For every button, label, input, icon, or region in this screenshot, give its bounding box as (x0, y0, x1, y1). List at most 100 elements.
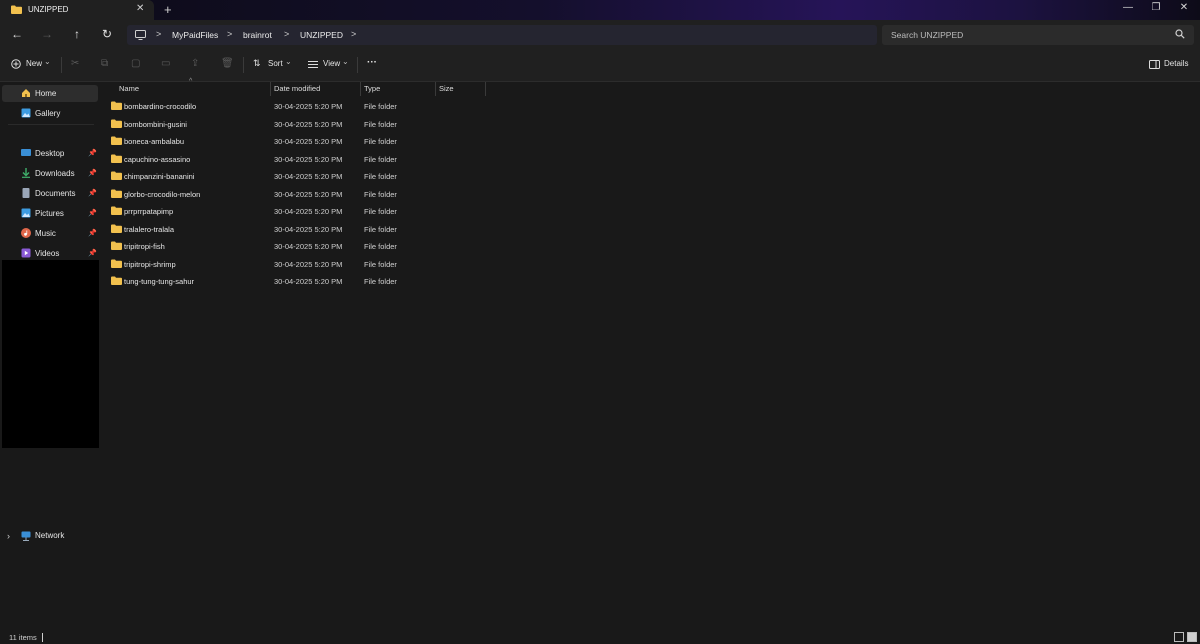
minimize-button[interactable]: — (1113, 2, 1143, 13)
file-name: tripitropi-fish (124, 242, 165, 251)
file-type: File folder (364, 259, 397, 269)
chevron-down-icon: ⌄ (285, 57, 292, 66)
table-row[interactable]: tung-tung-tung-sahur 30-04-2025 5:20 PM Fi… (101, 273, 801, 290)
more-options-button[interactable]: ··· (367, 57, 377, 68)
tiles-view-toggle[interactable] (1187, 632, 1197, 642)
breadcrumb-separator[interactable]: > (351, 29, 356, 39)
up-button[interactable]: ↑ (68, 27, 86, 41)
network-icon (21, 531, 31, 541)
folder-icon (111, 154, 122, 163)
column-header-type[interactable]: Type (364, 84, 380, 93)
new-button[interactable]: New (26, 59, 42, 68)
new-tab-button[interactable]: + (164, 2, 172, 17)
pin-icon[interactable]: 📌 (88, 209, 97, 217)
view-icon (308, 61, 318, 68)
home-icon (22, 89, 30, 97)
paste-icon[interactable]: ▢ (131, 58, 140, 69)
address-bar-row: ← → ↑ ↻ > MyPaidFiles > brainrot > UNZIP… (0, 20, 1200, 50)
column-header-size[interactable]: Size (439, 84, 454, 93)
file-type: File folder (364, 102, 397, 111)
cut-icon[interactable]: ✂ (71, 58, 79, 69)
file-date-modified: 30-04-2025 5:20 PM (274, 207, 343, 216)
rename-icon[interactable]: ▭ (161, 58, 170, 69)
file-name: tung-tung-tung-sahur (124, 277, 195, 286)
column-header-date[interactable]: Date modified (274, 84, 320, 93)
chevron-right-icon[interactable]: › (7, 531, 10, 541)
details-pane-icon (1149, 60, 1160, 69)
refresh-button[interactable]: ↻ (98, 27, 116, 41)
folder-icon (111, 119, 122, 128)
file-name: glorbo-crocodilo-melon (124, 189, 201, 199)
share-icon[interactable]: ⇪ (191, 58, 199, 69)
back-button[interactable]: ← (8, 27, 26, 41)
navigation-pane: Home Gallery Desktop 📌 Downloads 📌 Docum… (0, 82, 100, 632)
folder-icon (111, 206, 122, 215)
forward-button[interactable]: → (38, 27, 56, 41)
close-tab-icon[interactable]: ✕ (136, 3, 144, 14)
sidebar-item-label: Documents (35, 189, 76, 198)
sidebar-item-network[interactable]: › Network (0, 528, 100, 544)
table-row[interactable]: capuchino-assasino 30-04-2025 5:20 PM File… (101, 151, 801, 168)
table-row[interactable]: tripitropi-fish 30-04-2025 5:20 PM File fo… (101, 238, 801, 255)
delete-icon[interactable]: 🗑 (221, 58, 234, 69)
sidebar-item-gallery[interactable]: Gallery (2, 105, 98, 122)
table-row[interactable]: glorbo-crocodilo-melon 30-04-2025 5:20 PM… (101, 186, 801, 203)
table-row[interactable]: bombardino-crocodilo 30-04-2025 5:20 PM Fi… (101, 98, 801, 115)
pin-icon[interactable]: 📌 (88, 149, 97, 157)
sidebar-item-documents[interactable]: Documents 📌 (2, 185, 98, 202)
videos-icon (21, 248, 31, 258)
command-bar: New ⌄ ✂ ⧉ ▢ ▭ ⇪ 🗑 ⇅ Sort ⌄ View ⌄ ··· De… (0, 50, 1200, 82)
chevron-down-icon: ⌄ (44, 57, 51, 66)
table-row[interactable]: tripitropi-shrimp 30-04-2025 5:20 PM File … (101, 256, 801, 273)
table-row[interactable]: prrprrpatapimp 30-04-2025 5:20 PM File fol… (101, 203, 801, 220)
column-resize-handle[interactable] (360, 82, 361, 96)
search-input[interactable]: Search UNZIPPED (882, 25, 1194, 45)
breadcrumb-item-unzipped[interactable]: UNZIPPED (300, 30, 343, 40)
breadcrumb-item-mypaidfiles[interactable]: MyPaidFiles (172, 30, 218, 40)
status-bar: 11 items (0, 632, 1200, 644)
tab-unzipped[interactable]: UNZIPPED ✕ (0, 0, 154, 20)
details-view-toggle[interactable] (1174, 632, 1184, 642)
table-row[interactable]: chimpanzini-bananini 30-04-2025 5:20 PM Fi… (101, 168, 801, 185)
copy-icon[interactable]: ⧉ (101, 58, 108, 69)
details-button[interactable]: Details (1164, 59, 1188, 68)
folder-icon (111, 171, 122, 180)
pin-icon[interactable]: 📌 (88, 229, 97, 237)
tab-title: UNZIPPED (28, 5, 69, 14)
pin-icon[interactable]: 📌 (88, 249, 97, 257)
breadcrumb-separator: > (227, 29, 233, 39)
pin-icon[interactable]: 📌 (88, 169, 97, 177)
table-row[interactable]: tralalero-tralala 30-04-2025 5:20 PM File … (101, 221, 801, 238)
view-button[interactable]: View (323, 59, 340, 68)
sidebar-item-home[interactable]: Home (2, 85, 98, 102)
file-date-modified: 30-04-2025 5:20 PM (274, 224, 343, 234)
sidebar-item-videos[interactable]: Videos 📌 (2, 245, 98, 262)
search-icon[interactable] (1175, 29, 1185, 39)
column-header-name[interactable]: Name (119, 84, 139, 93)
breadcrumb[interactable]: > MyPaidFiles > brainrot > UNZIPPED > (127, 25, 877, 45)
sidebar-item-pictures[interactable]: Pictures 📌 (2, 205, 98, 222)
column-resize-handle[interactable] (270, 82, 271, 96)
sidebar-item-label: Home (35, 89, 57, 98)
file-type: File folder (364, 137, 397, 146)
sort-button[interactable]: Sort (268, 59, 283, 68)
column-header-row: ^ Name Date modified Type Size (101, 78, 1200, 96)
sidebar-item-music[interactable]: Music 📌 (2, 225, 98, 242)
folder-icon (111, 276, 122, 285)
table-row[interactable]: bombombini-gusini 30-04-2025 5:20 PM File … (101, 116, 801, 133)
file-date-modified: 30-04-2025 5:20 PM (274, 102, 343, 111)
close-window-button[interactable]: ✕ (1169, 2, 1199, 13)
restore-button[interactable]: ❐ (1141, 2, 1171, 13)
sidebar-item-downloads[interactable]: Downloads 📌 (2, 165, 98, 182)
breadcrumb-item-brainrot[interactable]: brainrot (243, 30, 272, 40)
folder-icon (111, 224, 122, 233)
table-row[interactable]: boneca-ambalabu 30-04-2025 5:20 PM File fo… (101, 133, 801, 150)
toolbar-divider (243, 57, 244, 73)
sidebar-item-desktop[interactable]: Desktop 📌 (2, 145, 98, 162)
sort-icon: ⇅ (253, 58, 261, 68)
column-resize-handle[interactable] (485, 82, 486, 96)
column-resize-handle[interactable] (435, 82, 436, 96)
pin-icon[interactable]: 📌 (88, 189, 97, 197)
sidebar-item-label: Network (35, 531, 65, 540)
sidebar-item-label: Desktop (35, 149, 65, 158)
